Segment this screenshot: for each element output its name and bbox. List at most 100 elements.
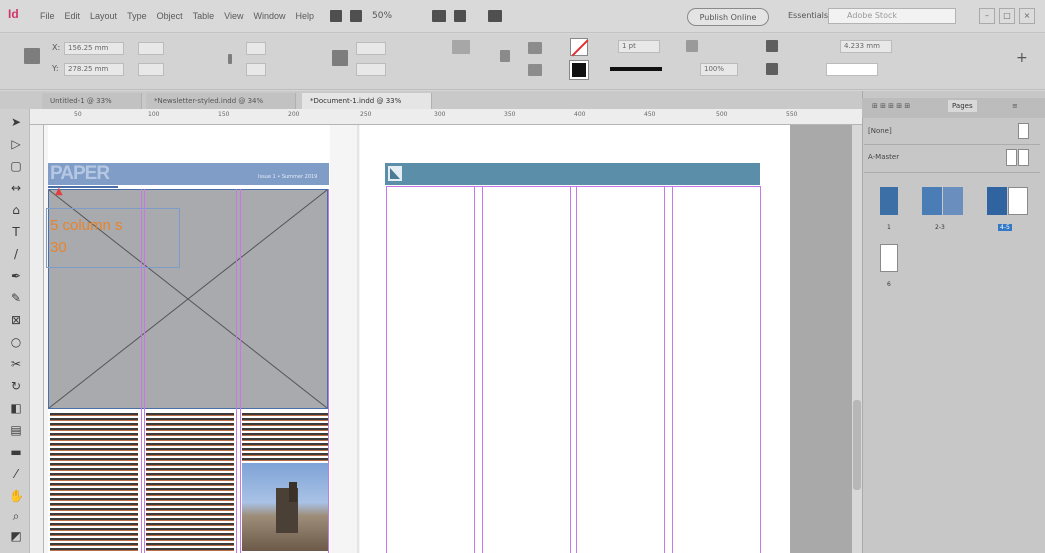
height-field[interactable]: [138, 63, 164, 76]
screen-mode-icon[interactable]: [454, 10, 467, 22]
page-6-thumb[interactable]: [880, 244, 898, 272]
master-right-thumb[interactable]: [1018, 149, 1029, 166]
zoom-level[interactable]: 50%: [372, 11, 392, 21]
zoom-tool-icon[interactable]: ⌕: [9, 509, 23, 523]
publish-online-button[interactable]: Publish Online: [687, 8, 769, 26]
none-master-label[interactable]: [None]: [868, 127, 892, 135]
note-tool-icon[interactable]: ▬: [9, 445, 23, 459]
effects-icon[interactable]: [686, 40, 698, 52]
menu-object[interactable]: Object: [157, 11, 183, 21]
master-left-thumb[interactable]: [1006, 149, 1017, 166]
horizontal-ruler[interactable]: 50 100 150 200 250 300 350 400 450 500 5…: [30, 109, 862, 125]
rotation-field[interactable]: [356, 42, 386, 55]
page-tool-icon[interactable]: ▢: [9, 159, 23, 173]
header-bar[interactable]: [385, 163, 760, 185]
width-field[interactable]: [138, 42, 164, 55]
vertical-ruler[interactable]: [30, 125, 44, 553]
line-tool-icon[interactable]: /: [9, 247, 23, 261]
page-5-thumb[interactable]: [1008, 187, 1028, 215]
gradient-swatch-icon[interactable]: ◧: [9, 401, 23, 415]
page-1-thumb[interactable]: [880, 187, 898, 215]
stroke-swatch[interactable]: [569, 60, 589, 80]
shear-field[interactable]: [356, 63, 386, 76]
panel-options-icon[interactable]: ≡: [1012, 102, 1018, 110]
page-3-thumb[interactable]: [943, 187, 963, 215]
bridge-icon[interactable]: [330, 10, 342, 22]
scrollbar-thumb[interactable]: [853, 400, 861, 490]
frame-anchor-icon[interactable]: ▲: [55, 186, 63, 197]
free-transform-icon[interactable]: ↻: [9, 379, 23, 393]
arrange-documents-icon[interactable]: [488, 10, 503, 22]
stock-icon[interactable]: [350, 10, 362, 22]
y-label: Y:: [52, 64, 59, 73]
page-4-thumb[interactable]: [987, 187, 1007, 215]
hand-tool-icon[interactable]: ✋: [9, 489, 24, 503]
gradient-feather-icon[interactable]: ▤: [9, 423, 23, 437]
menu-type[interactable]: Type: [127, 11, 147, 21]
placeholder-heading[interactable]: 5 column s 30: [50, 215, 123, 259]
minimize-button[interactable]: –: [979, 8, 995, 24]
type-tool-icon[interactable]: T: [9, 225, 23, 239]
menu-view[interactable]: View: [224, 11, 243, 21]
page-2-thumb[interactable]: [922, 187, 942, 215]
tab-pages[interactable]: Pages: [948, 100, 977, 112]
select-container-icon[interactable]: [500, 50, 510, 62]
workspace-switcher[interactable]: Essentials: [788, 11, 828, 20]
gap-tool-icon[interactable]: ↔: [9, 181, 23, 195]
search-input[interactable]: Adobe Stock: [828, 8, 956, 24]
direct-selection-icon[interactable]: ▷: [9, 137, 23, 151]
menu-edit[interactable]: Edit: [65, 11, 81, 21]
object-style-dropdown[interactable]: [826, 63, 878, 76]
fit-content-icon[interactable]: [766, 40, 778, 52]
ruler-tick: 450: [644, 111, 656, 118]
a-master-label[interactable]: A-Master: [868, 153, 899, 161]
page-right[interactable]: [360, 125, 790, 553]
rotate-icon[interactable]: [332, 50, 348, 66]
menu-file[interactable]: File: [40, 11, 55, 21]
scale-x-field[interactable]: [246, 42, 266, 55]
flip-icon[interactable]: [452, 40, 470, 54]
auto-fit-field[interactable]: 4.233 mm: [840, 40, 892, 53]
masthead-title[interactable]: PAPER: [50, 163, 110, 185]
panel-menu-icon[interactable]: +: [1016, 50, 1028, 66]
fill-stroke-icon[interactable]: ◩: [9, 529, 23, 543]
text-column-1[interactable]: [50, 413, 138, 553]
close-button[interactable]: ×: [1019, 8, 1035, 24]
ruler-tick: 550: [786, 111, 798, 118]
menu-table[interactable]: Table: [193, 11, 215, 21]
pen-tool-icon[interactable]: ✒: [9, 269, 23, 283]
tab-newsletter[interactable]: *Newsletter-styled.indd @ 34%: [146, 93, 296, 109]
constrain-icon[interactable]: [228, 54, 232, 64]
opacity-field[interactable]: 100%: [700, 63, 738, 76]
scissors-icon[interactable]: ✂: [9, 357, 23, 371]
fit-frame-icon[interactable]: [766, 63, 778, 75]
menu-window[interactable]: Window: [253, 11, 285, 21]
menu-layout[interactable]: Layout: [90, 11, 117, 21]
rectangle-frame-icon[interactable]: ⊠: [9, 313, 23, 327]
ellipse-tool-icon[interactable]: ○: [9, 335, 23, 349]
text-column-3[interactable]: [242, 413, 329, 461]
y-field[interactable]: 278.25 mm: [64, 63, 124, 76]
text-column-2[interactable]: [146, 413, 234, 553]
stroke-weight-field[interactable]: 1 pt: [618, 40, 660, 53]
eyedropper-icon[interactable]: ⁄: [9, 467, 23, 481]
view-options-icon[interactable]: [432, 10, 447, 22]
masthead-subtitle[interactable]: Issue 1 • Summer 2019: [258, 174, 317, 180]
maximize-button[interactable]: □: [999, 8, 1015, 24]
reference-point-icon[interactable]: [24, 48, 40, 64]
selection-tool-icon[interactable]: ➤: [9, 115, 23, 129]
fill-swatch[interactable]: [570, 38, 589, 57]
pencil-tool-icon[interactable]: ✎: [9, 291, 23, 305]
scale-y-field[interactable]: [246, 63, 266, 76]
window-controls: – □ ×: [979, 8, 1035, 24]
stroke-type-line[interactable]: [610, 67, 662, 71]
menu-help[interactable]: Help: [295, 11, 314, 21]
none-master-thumb[interactable]: [1018, 123, 1029, 139]
x-field[interactable]: 156.25 mm: [64, 42, 124, 55]
tab-untitled[interactable]: Untitled-1 @ 33%: [42, 93, 142, 109]
align-top-icon[interactable]: [528, 42, 542, 54]
collapsed-tab-icons[interactable]: ⊞ ⊞ ⊞ ⊞ ⊞: [872, 102, 910, 110]
tab-document-1[interactable]: *Document-1.indd @ 33%: [302, 93, 432, 109]
content-collector-icon[interactable]: ⌂: [9, 203, 23, 217]
align-bottom-icon[interactable]: [528, 64, 542, 76]
